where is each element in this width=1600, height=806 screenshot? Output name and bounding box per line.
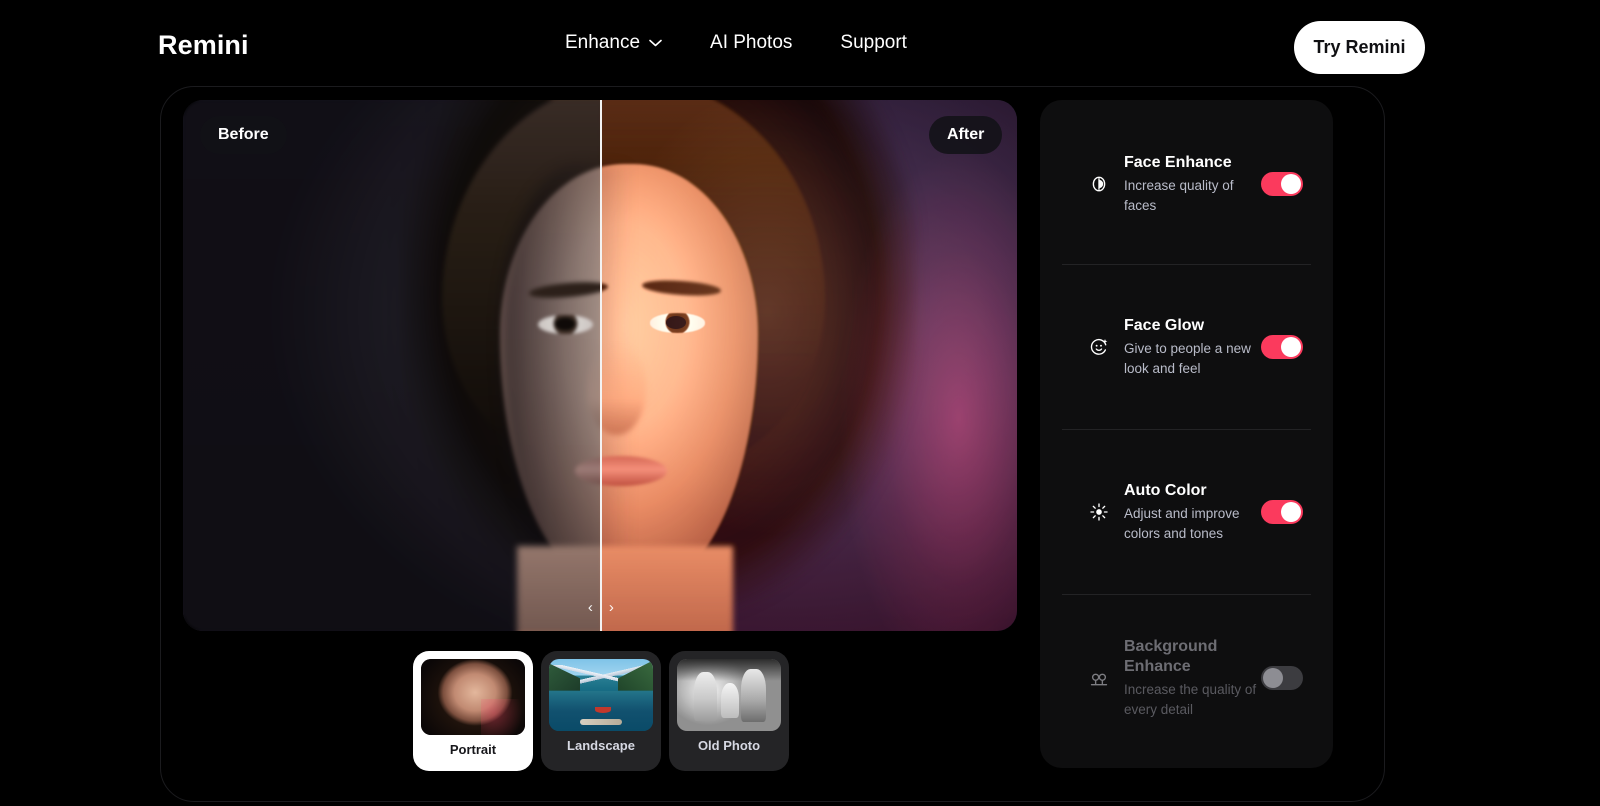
toggle-background-enhance[interactable] bbox=[1261, 665, 1303, 690]
setting-face-glow-text: Face Glow Give to people a new look and … bbox=[1124, 316, 1264, 378]
setting-face-glow-desc: Give to people a new look and feel bbox=[1124, 341, 1251, 376]
chevron-left-icon[interactable]: ‹ bbox=[588, 600, 593, 615]
setting-background-enhance-text: Background Enhance Increase the quality … bbox=[1124, 636, 1264, 718]
face-glow-icon bbox=[1088, 336, 1110, 358]
setting-background-enhance-title: Background Enhance bbox=[1124, 637, 1218, 675]
setting-face-enhance-desc: Increase quality of faces bbox=[1124, 178, 1234, 213]
comparison-slider-handle[interactable]: ‹ › bbox=[588, 600, 614, 615]
try-remini-button[interactable]: Try Remini bbox=[1294, 21, 1425, 74]
auto-color-icon bbox=[1088, 501, 1110, 523]
preview-after-half bbox=[600, 100, 1017, 631]
setting-face-enhance: Face Enhance Increase quality of faces bbox=[1062, 100, 1311, 265]
toggle-face-enhance[interactable] bbox=[1261, 172, 1303, 196]
setting-face-enhance-title: Face Enhance bbox=[1124, 154, 1232, 172]
background-enhance-icon bbox=[1088, 667, 1110, 689]
chevron-right-icon[interactable]: › bbox=[609, 600, 614, 615]
thumbnail-landscape-label: Landscape bbox=[567, 738, 635, 753]
nav-item-enhance[interactable]: Enhance bbox=[565, 32, 662, 54]
enhancement-settings-panel: Face Enhance Increase quality of faces F… bbox=[1040, 100, 1333, 768]
after-badge: After bbox=[929, 116, 1003, 154]
app-root: Remini Enhance AI Photos Support Try Rem… bbox=[0, 0, 1600, 806]
setting-face-glow: Face Glow Give to people a new look and … bbox=[1062, 265, 1311, 430]
toggle-auto-color[interactable] bbox=[1261, 500, 1303, 524]
before-after-preview[interactable]: ‹ › bbox=[183, 100, 1017, 631]
setting-face-glow-title: Face Glow bbox=[1124, 317, 1205, 335]
toggle-face-glow[interactable] bbox=[1261, 335, 1303, 359]
comparison-slider-divider[interactable] bbox=[599, 100, 602, 631]
thumbnail-landscape[interactable]: Landscape bbox=[541, 651, 661, 771]
nav-item-support[interactable]: Support bbox=[840, 32, 907, 54]
sample-thumbnails: Portrait Landscape Old Photo bbox=[413, 651, 789, 771]
setting-auto-color: Auto Color Adjust and improve colors and… bbox=[1062, 430, 1311, 595]
nav-links: Enhance AI Photos Support bbox=[565, 32, 907, 54]
preview-before-half bbox=[183, 100, 601, 631]
nav-item-ai-photos[interactable]: AI Photos bbox=[710, 32, 792, 54]
face-enhance-icon bbox=[1088, 173, 1110, 195]
nav-item-ai-photos-label: AI Photos bbox=[710, 32, 793, 53]
setting-auto-color-text: Auto Color Adjust and improve colors and… bbox=[1124, 481, 1264, 543]
thumbnail-old-photo[interactable]: Old Photo bbox=[669, 651, 789, 771]
top-navbar: Remini Enhance AI Photos Support Try Rem… bbox=[0, 0, 1600, 94]
thumbnail-portrait[interactable]: Portrait bbox=[413, 651, 533, 771]
thumbnail-old-photo-label: Old Photo bbox=[697, 738, 761, 753]
thumbnail-portrait-image bbox=[421, 659, 525, 735]
chevron-down-icon bbox=[649, 39, 662, 47]
setting-background-enhance-desc: Increase the quality of every detail bbox=[1124, 682, 1257, 717]
before-badge: Before bbox=[200, 116, 287, 154]
thumbnail-portrait-label: Portrait bbox=[449, 742, 497, 757]
setting-auto-color-desc: Adjust and improve colors and tones bbox=[1124, 506, 1240, 541]
nav-item-support-label: Support bbox=[840, 32, 907, 53]
nav-item-enhance-label: Enhance bbox=[565, 32, 641, 53]
thumbnail-old-photo-image bbox=[677, 659, 781, 731]
thumbnail-landscape-image bbox=[549, 659, 653, 731]
setting-auto-color-title: Auto Color bbox=[1124, 482, 1207, 500]
setting-face-enhance-text: Face Enhance Increase quality of faces bbox=[1124, 153, 1264, 215]
setting-background-enhance: Background Enhance Increase the quality … bbox=[1062, 595, 1311, 760]
brand-logo[interactable]: Remini bbox=[158, 30, 249, 61]
